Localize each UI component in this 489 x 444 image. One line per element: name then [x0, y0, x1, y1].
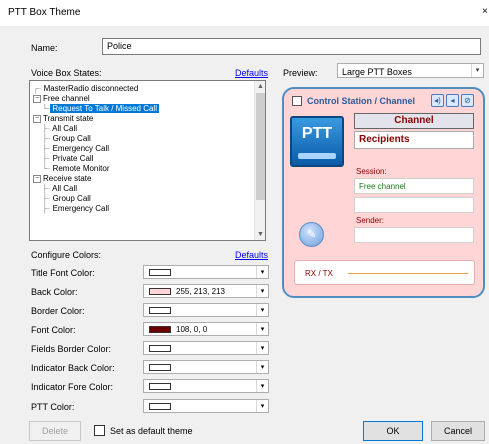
- tree-item[interactable]: ├· Private Call: [42, 154, 93, 164]
- tree-item[interactable]: └· Remote Monitor: [42, 164, 110, 174]
- set-default-checkbox[interactable]: [94, 425, 105, 436]
- chevron-down-icon: ▾: [256, 323, 268, 335]
- control-station-label: Control Station / Channel: [307, 96, 415, 106]
- back-color-select[interactable]: 255, 213, 213 ▾: [143, 284, 269, 298]
- preview-selected-value: Large PTT Boxes: [342, 67, 412, 77]
- tree-item[interactable]: − Transmit state: [33, 114, 93, 124]
- delete-button[interactable]: Delete: [29, 421, 81, 441]
- title-font-color-label: Title Font Color:: [31, 268, 95, 278]
- channel-button[interactable]: Channel: [354, 113, 474, 129]
- chevron-down-icon: ▾: [471, 64, 483, 77]
- tree-item[interactable]: − Receive state: [33, 174, 91, 184]
- tree-item[interactable]: ┌· MasterRadio disconnected: [33, 84, 138, 94]
- configure-colors-defaults-link[interactable]: Defaults: [235, 250, 268, 260]
- scroll-up-icon[interactable]: ▲: [255, 81, 265, 92]
- indicator-fore-color-select[interactable]: ▾: [143, 379, 269, 393]
- color-swatch: [149, 345, 171, 352]
- font-color-select[interactable]: 108, 0, 0 ▾: [143, 322, 269, 336]
- sender-field: [354, 227, 474, 243]
- fields-border-color-select[interactable]: ▾: [143, 341, 269, 355]
- chevron-down-icon: ▾: [256, 400, 268, 412]
- tree-item-selected[interactable]: └· Request To Talk / Missed Call: [42, 104, 159, 114]
- rx-tx-label: RX / TX: [305, 269, 333, 278]
- indicator-fore-color-label: Indicator Fore Color:: [31, 382, 114, 392]
- collapse-icon[interactable]: −: [33, 174, 41, 183]
- tree-item[interactable]: ├· Group Call: [42, 134, 91, 144]
- border-color-label: Border Color:: [31, 306, 85, 316]
- color-swatch: [149, 307, 171, 314]
- ptt-indicator-bar: [298, 153, 336, 159]
- chevron-down-icon: ▾: [256, 266, 268, 278]
- color-swatch: [149, 364, 171, 371]
- chevron-down-icon: ▾: [256, 285, 268, 297]
- border-color-select[interactable]: ▾: [143, 303, 269, 317]
- voice-box-states-label: Voice Box States:: [31, 68, 102, 78]
- indicator-back-color-select[interactable]: ▾: [143, 360, 269, 374]
- rx-tx-level-line: [348, 273, 468, 274]
- chevron-down-icon: ▾: [256, 342, 268, 354]
- scroll-thumb[interactable]: [256, 93, 265, 200]
- tree-item[interactable]: − Free channel: [33, 94, 90, 104]
- ok-button[interactable]: OK: [363, 421, 423, 441]
- window-title: PTT Box Theme: [8, 7, 81, 18]
- recipients-field: Recipients: [354, 131, 474, 149]
- collapse-icon[interactable]: −: [33, 94, 41, 103]
- scroll-down-icon[interactable]: ▼: [255, 229, 265, 240]
- font-color-label: Font Color:: [31, 325, 76, 335]
- name-input[interactable]: Police: [102, 38, 481, 55]
- ptt-color-select[interactable]: ▾: [143, 399, 269, 413]
- chevron-down-icon: ▾: [256, 304, 268, 316]
- tree-item[interactable]: ├· All Call: [42, 124, 77, 134]
- mute-icon[interactable]: ⊘: [461, 94, 474, 107]
- color-swatch: [149, 326, 171, 333]
- sender-label: Sender:: [356, 216, 385, 225]
- close-icon[interactable]: ×: [482, 6, 488, 17]
- set-default-label: Set as default theme: [110, 426, 193, 436]
- name-label: Name:: [31, 43, 58, 53]
- tree-item[interactable]: ├· Emergency Call: [42, 204, 109, 214]
- voice-box-defaults-link[interactable]: Defaults: [235, 68, 268, 78]
- ptt-color-label: PTT Color:: [31, 402, 75, 412]
- cancel-button[interactable]: Cancel: [431, 421, 485, 441]
- chevron-down-icon: ▾: [256, 361, 268, 373]
- tree-item[interactable]: ├· All Call: [42, 184, 77, 194]
- title-font-color-select[interactable]: ▾: [143, 265, 269, 279]
- back-color-label: Back Color:: [31, 287, 78, 297]
- collapse-icon[interactable]: −: [33, 114, 41, 123]
- tree-item[interactable]: ├· Emergency Call: [42, 144, 109, 154]
- ptt-box-preview: Control Station / Channel ◂) ◂ ⊘ PTT Cha…: [282, 87, 485, 298]
- color-swatch: [149, 288, 171, 295]
- control-station-checkbox[interactable]: [292, 96, 302, 106]
- configure-colors-label: Configure Colors:: [31, 250, 102, 260]
- title-bar: PTT Box Theme ×: [0, 0, 489, 26]
- chevron-down-icon: ▾: [256, 380, 268, 392]
- user-bubble-icon: ✎: [299, 222, 324, 247]
- session-field: Free channel: [354, 178, 474, 194]
- session-label: Session:: [356, 167, 387, 176]
- volume-icon[interactable]: ◂: [446, 94, 459, 107]
- ptt-button[interactable]: PTT: [290, 116, 344, 167]
- fields-border-color-label: Fields Border Color:: [31, 344, 112, 354]
- indicator-back-color-label: Indicator Back Color:: [31, 363, 115, 373]
- rx-tx-indicator: RX / TX: [294, 260, 475, 285]
- preview-select[interactable]: Large PTT Boxes ▾: [337, 63, 484, 78]
- tree-item[interactable]: ├· Group Call: [42, 194, 91, 204]
- color-swatch: [149, 269, 171, 276]
- session-extra-field: [354, 197, 474, 213]
- color-swatch: [149, 383, 171, 390]
- preview-label: Preview:: [283, 68, 318, 78]
- color-swatch: [149, 403, 171, 410]
- voice-box-states-tree[interactable]: ┌· MasterRadio disconnected − Free channe…: [29, 80, 266, 241]
- speaker-icon[interactable]: ◂): [431, 94, 444, 107]
- tree-scrollbar[interactable]: ▲ ▼: [254, 81, 265, 240]
